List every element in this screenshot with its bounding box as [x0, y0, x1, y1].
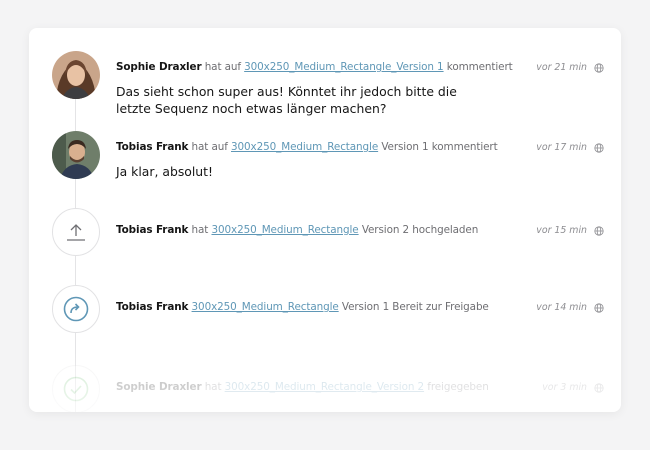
upload-icon [67, 224, 85, 241]
asset-link[interactable]: 300x250_Medium_Rectangle [231, 141, 378, 153]
avatar-tobias-frank[interactable] [52, 131, 100, 179]
author-name[interactable]: Sophie Draxler [116, 381, 202, 393]
activity-header: Tobias Frank hat auf 300x250_Medium_Rect… [116, 141, 498, 153]
globe-icon[interactable] [594, 142, 604, 153]
action-text: kommentiert [446, 61, 513, 73]
timestamp-text: vor 14 min [536, 302, 587, 313]
action-text: freigegeben [427, 381, 489, 393]
timestamp-text: vor 21 min [536, 62, 587, 73]
timestamp: vor 15 min [536, 225, 604, 236]
action-text: hat auf [191, 141, 228, 153]
comment-line: letzte Sequenz noch etwas länger machen? [116, 101, 387, 116]
action-text: Version 1 kommentiert [381, 141, 498, 153]
asset-link[interactable]: 300x250_Medium_Rectangle_Version 2 [225, 381, 425, 393]
timestamp-text: vor 15 min [536, 225, 587, 236]
asset-link[interactable]: 300x250_Medium_Rectangle [211, 224, 358, 236]
comment-text: Das sieht schon super aus! Könntet ihr j… [116, 83, 496, 117]
action-text: hat [191, 224, 209, 236]
asset-link[interactable]: 300x250_Medium_Rectangle [192, 301, 339, 313]
author-name[interactable]: Tobias Frank [116, 224, 188, 236]
author-name[interactable]: Tobias Frank [116, 141, 188, 153]
globe-icon[interactable] [594, 225, 604, 236]
timestamp: vor 14 min [536, 302, 604, 313]
activity-header: Sophie Draxler hat auf 300x250_Medium_Re… [116, 61, 513, 73]
action-text: Version 1 Bereit zur Freigabe [341, 301, 489, 313]
share-arrow-icon [63, 296, 89, 322]
globe-icon[interactable] [594, 302, 604, 313]
activity-header: Tobias Frank hat 300x250_Medium_Rectangl… [116, 224, 478, 236]
activity-feed-card: Sophie Draxler hat auf 300x250_Medium_Re… [29, 28, 621, 412]
avatar-sophie-draxler[interactable] [52, 51, 100, 99]
action-text: hat [204, 381, 222, 393]
timestamp: vor 21 min [536, 62, 604, 73]
share-event-icon [52, 285, 100, 333]
timestamp-text: vor 17 min [536, 142, 587, 153]
activity-header: Sophie Draxler hat 300x250_Medium_Rectan… [116, 381, 489, 393]
activity-header: Tobias Frank 300x250_Medium_Rectangle Ve… [116, 301, 489, 313]
action-text: hat auf [204, 61, 241, 73]
action-text: Version 2 hochgeladen [361, 224, 479, 236]
author-name[interactable]: Sophie Draxler [116, 61, 202, 73]
approved-event-icon [52, 365, 100, 412]
timestamp: vor 17 min [536, 142, 604, 153]
check-circle-icon [63, 376, 89, 402]
globe-icon[interactable] [594, 382, 604, 393]
asset-link[interactable]: 300x250_Medium_Rectangle_Version 1 [244, 61, 444, 73]
globe-icon[interactable] [594, 62, 604, 73]
comment-text: Ja klar, absolut! [116, 164, 213, 179]
comment-line: Das sieht schon super aus! Könntet ihr j… [116, 84, 457, 99]
timestamp: vor 3 min [542, 382, 604, 393]
author-name[interactable]: Tobias Frank [116, 301, 188, 313]
timestamp-text: vor 3 min [542, 382, 587, 393]
upload-event-icon [52, 208, 100, 256]
